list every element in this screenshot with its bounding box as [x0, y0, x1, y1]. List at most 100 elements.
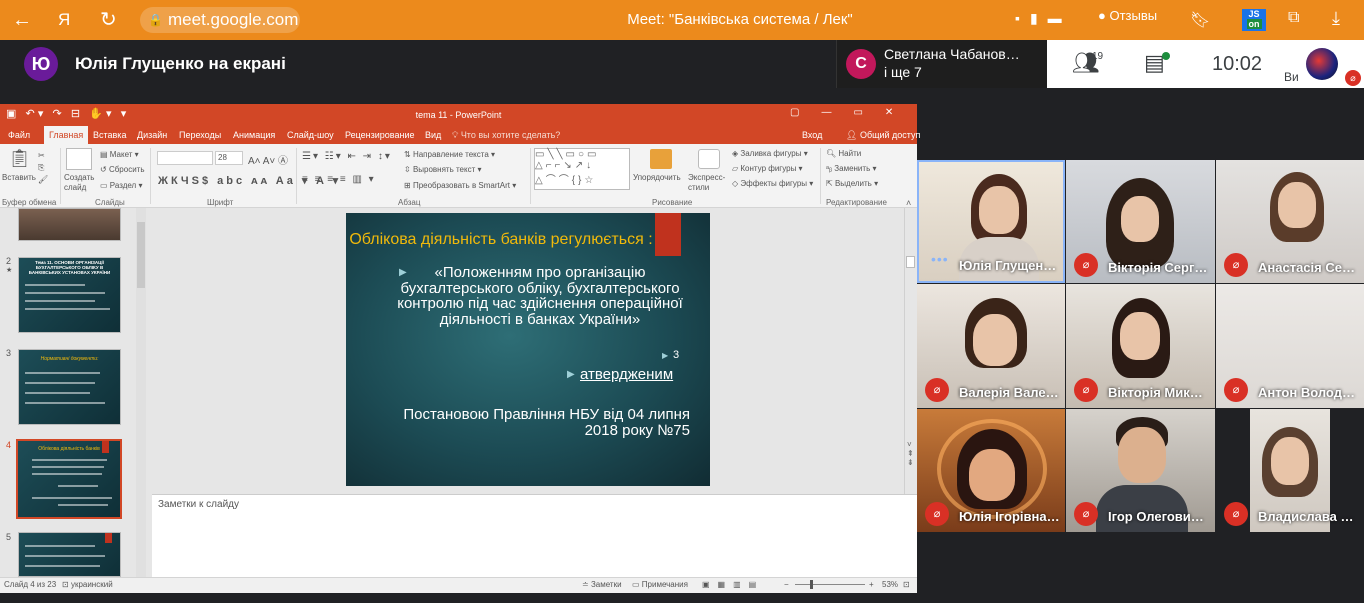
video-tile[interactable]: ••• Юлія Глущен… [917, 160, 1065, 283]
thumb-line [25, 372, 100, 374]
find-button[interactable]: 🔍︎ Найти [826, 149, 861, 158]
mic-muted-icon: ⌀ [1074, 378, 1098, 402]
align-buttons[interactable]: ≡ ≡ ≡ ≡ ▥ ▾ [302, 174, 376, 185]
download-icon[interactable]: ⤓ [1332, 8, 1340, 29]
page-title: Meet: "Банківська система / Лек" [627, 11, 853, 28]
text-direction-button[interactable]: ⇅ Направление текста ▾ [404, 150, 495, 159]
arrange-icon[interactable] [650, 149, 672, 169]
zoom-out-button[interactable]: − [784, 580, 789, 589]
shape-outline-button[interactable]: ▱ Контур фигуры ▾ [732, 164, 803, 173]
quick-styles-icon[interactable] [698, 149, 720, 169]
slide-title[interactable]: Облікова діяльність банків регулюється : [346, 230, 656, 250]
editor-scroll-thumb[interactable] [906, 256, 915, 268]
slide-thumbnail-3[interactable]: Нормативні документи: [18, 349, 121, 425]
comments-toggle[interactable]: ▭ Примечания [632, 580, 688, 589]
paste-button[interactable]: Вставить [2, 173, 36, 182]
tab-animation[interactable]: Анимация [233, 126, 275, 144]
collapse-ribbon-icon[interactable]: ˄ [906, 198, 911, 208]
notes-toggle[interactable]: ≐ Заметки [582, 580, 622, 589]
self-avatar[interactable] [1306, 48, 1338, 80]
view-buttons[interactable]: ▣▦▥▤ [702, 580, 764, 589]
thumb-red-mark [105, 533, 112, 543]
video-tile[interactable]: ⌀ Владислава … [1216, 409, 1364, 532]
address-bar[interactable]: 🔒 meet.google.com [140, 7, 300, 33]
smartart-button[interactable]: ⊞ Преобразовать в SmartArt ▾ [404, 181, 516, 190]
ribbon-divider [60, 148, 61, 204]
video-tile[interactable]: ⌀ Вікторія Серг… [1066, 160, 1215, 283]
presenter-label: Юлія Глущенко на екрані [75, 54, 286, 73]
notes-pane[interactable] [152, 494, 917, 577]
paste-icon[interactable]: 📋︎ [8, 148, 31, 169]
slide-thumbnail-2[interactable]: Тема 11. ОСНОВИ ОРГАНІЗАЦІЇ БУХГАЛТЕРСЬК… [18, 257, 121, 333]
tab-slideshow[interactable]: Слайд-шоу [287, 126, 334, 144]
thumb-line [25, 402, 105, 404]
new-slide-button[interactable]: Создать слайд [64, 173, 98, 193]
arrange-button[interactable]: Упорядочить [633, 173, 681, 182]
back-icon[interactable]: ← [12, 8, 32, 32]
mic-muted-icon: ⌀ [1224, 253, 1248, 277]
thumb-line [58, 485, 98, 487]
reload-icon[interactable]: ↻ [100, 8, 117, 32]
video-tile[interactable]: ⌀ Антон Волод… [1216, 284, 1364, 408]
video-tile[interactable]: ⌀ Анастасія Се… [1216, 160, 1364, 283]
video-tile[interactable]: ⌀ Ігор Олегови… [1066, 409, 1215, 532]
group-paragraph: Абзац [398, 198, 421, 207]
zoom-in-button[interactable]: + [869, 580, 874, 589]
page-nav-icons[interactable]: ˅ ⇞ ⇟ [907, 440, 914, 467]
slide-thumbnail-5[interactable] [18, 532, 121, 577]
thumb-line [32, 473, 102, 475]
font-size-field[interactable]: 28 [215, 151, 243, 165]
fit-slide-icon[interactable]: ⊡ [903, 580, 910, 589]
layout-button[interactable]: ▤ Макет ▾ [100, 150, 139, 159]
new-slide-icon[interactable] [66, 148, 92, 170]
camera-mic-icons[interactable]: ▪▮▬ [1015, 10, 1072, 27]
language-indicator[interactable]: ⊡ украинский [62, 580, 113, 589]
thumbs-scroll-thumb[interactable] [137, 222, 145, 288]
share-button[interactable]: 👤︎ Общий доступ [846, 126, 920, 144]
reviews-button[interactable]: ● Отзывы [1098, 8, 1157, 23]
tab-file[interactable]: Файл [8, 126, 30, 144]
quick-styles-button[interactable]: Экспресс-стили [688, 173, 728, 193]
tell-me-search[interactable]: 💡︎ Что вы хотите сделать? [452, 126, 560, 144]
font-grow-shrink[interactable]: A˄ A˅ Ⓐ [248, 152, 288, 167]
reset-button[interactable]: ↺ Сбросить [100, 165, 145, 174]
tab-view[interactable]: Вид [425, 126, 441, 144]
section-button[interactable]: ▭ Раздел ▾ [100, 181, 142, 190]
yandex-icon[interactable]: Я [58, 8, 70, 32]
tab-home[interactable]: Главная [44, 126, 89, 144]
replace-button[interactable]: ᵃᵦ Заменить ▾ [826, 164, 876, 173]
shape-fill-button[interactable]: ◈ Заливка фигуры ▾ [732, 149, 808, 158]
js-extension-icon[interactable]: JS on [1242, 9, 1266, 31]
participant-video [1120, 312, 1160, 360]
align-text-button[interactable]: ⇳ Выровнять текст ▾ [404, 165, 482, 174]
shapes-gallery[interactable]: ▭╲╲▭○▭ △⌐⌐↘↗↓ △⌒⌒{}☆ [534, 148, 630, 190]
video-tile[interactable]: ⌀ Юлія Ігорівна… [917, 409, 1065, 532]
tab-insert[interactable]: Вставка [93, 126, 126, 144]
slide-thumbnail-4-selected[interactable]: Облікова діяльність банків [16, 439, 122, 519]
select-button[interactable]: ⇱ Выделить ▾ [826, 179, 878, 188]
slide-decree-text[interactable]: Постановою Правління НБУ від 04 липня 20… [370, 407, 690, 439]
group-font: Шрифт [207, 198, 234, 207]
quick-access-toolbar[interactable]: ▣ ↶ ▾ ↷ ⊟ ✋ ▾ ▾ [6, 107, 126, 120]
slide-body[interactable]: «Положенням про організацію бухгалтерськ… [392, 265, 688, 327]
tab-transitions[interactable]: Переходы [179, 126, 221, 144]
slide-thumbnail-1[interactable] [18, 208, 121, 241]
zoom-slider-thumb[interactable] [810, 580, 813, 589]
collections-icon[interactable]: ⧉ [1288, 9, 1299, 27]
zoom-level[interactable]: 53% [882, 580, 898, 589]
list-buttons[interactable]: ☰▾ ☷▾ ⇤ ⇥ ↕▾ [302, 151, 392, 162]
video-tile[interactable]: ⌀ Вікторія Мик… [1066, 284, 1215, 408]
bookmark-icon[interactable]: 🔖︎ [1190, 10, 1210, 30]
font-name-field[interactable] [157, 151, 213, 165]
clipboard-small-icons[interactable]: ✂ ⎘ 🖌︎ [38, 150, 48, 186]
thumb-line [25, 300, 95, 302]
url-text: meet.google.com [168, 10, 299, 29]
tab-review[interactable]: Рецензирование [345, 126, 415, 144]
slide-approved-text[interactable]: атвердженим [580, 366, 673, 383]
video-tile[interactable]: ⌀ Валерія Вале… [917, 284, 1065, 408]
signin-link[interactable]: Вход [802, 126, 822, 144]
shape-effects-button[interactable]: ◇ Эффекты фигуры ▾ [732, 179, 813, 188]
tab-design[interactable]: Дизайн [137, 126, 167, 144]
zoom-slider-track[interactable] [795, 584, 865, 585]
window-buttons[interactable]: ▢—▭✕ [790, 107, 915, 118]
